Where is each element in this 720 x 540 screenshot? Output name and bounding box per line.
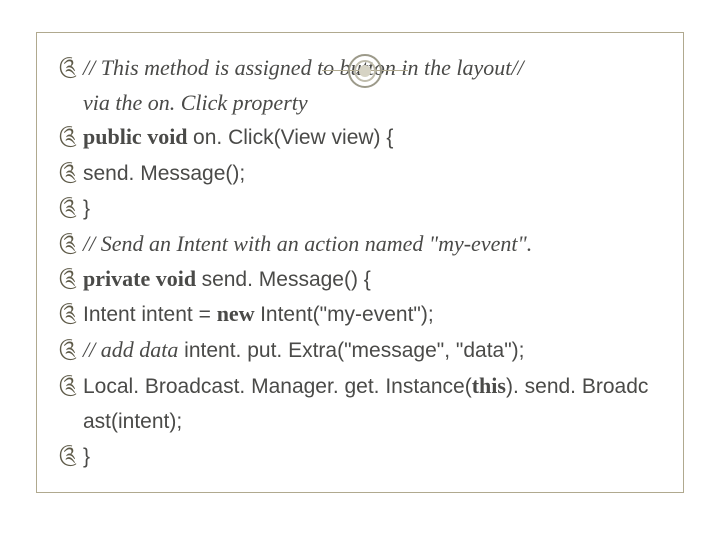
code-line-continuation: ast(intent);: [59, 404, 661, 439]
code-text-wrap: // This method is assigned to button in …: [83, 51, 661, 85]
code-line: ༊// This method is assigned to button in…: [59, 51, 661, 85]
code-line: ༊ Local. Broadcast. Manager. get. Instan…: [59, 369, 661, 404]
slide: ༊// This method is assigned to button in…: [0, 0, 720, 540]
code-text-wrap: Local. Broadcast. Manager. get. Instance…: [83, 369, 661, 404]
code-text-wrap: // Send an Intent with an action named "…: [83, 227, 661, 261]
bullet-icon: ༊: [59, 51, 83, 83]
code-text-wrap: }: [83, 191, 661, 226]
bullet-icon: ༊: [59, 156, 83, 188]
code-line: ༊ Intent intent = new Intent("my-event")…: [59, 297, 661, 332]
code-text: on. Click(View view) {: [193, 126, 393, 149]
code-line: ༊ }: [59, 191, 661, 226]
code-text: new: [217, 301, 260, 326]
code-text: // Send an Intent with an action named "…: [83, 231, 532, 256]
code-text: Local. Broadcast. Manager. get. Instance…: [83, 375, 472, 398]
code-text: Intent("my-event");: [260, 303, 434, 326]
bullet-icon: ༊: [59, 120, 83, 152]
bullet-icon: ༊: [59, 262, 83, 294]
code-text: send. Message();: [83, 162, 245, 185]
code-text: }: [83, 445, 90, 468]
content-box: ༊// This method is assigned to button in…: [36, 32, 684, 493]
code-line: ༊// Send an Intent with an action named …: [59, 227, 661, 261]
code-text-wrap: send. Message();: [83, 156, 661, 191]
bullet-icon: ༊: [59, 333, 83, 365]
code-line-continuation: via the on. Click property: [59, 86, 661, 120]
code-text: public void: [83, 124, 193, 149]
code-text: Intent intent =: [83, 303, 217, 326]
code-text: private void: [83, 266, 202, 291]
code-text-wrap: }: [83, 439, 661, 474]
code-text: }: [83, 197, 90, 220]
bullet-icon: ༊: [59, 369, 83, 401]
code-text: // This method is assigned to button in …: [83, 55, 524, 80]
bullet-icon: ༊: [59, 227, 83, 259]
code-text: // add data: [83, 337, 178, 362]
code-line: ༊ send. Message();: [59, 156, 661, 191]
code-text: intent. put. Extra("message", "data");: [178, 339, 524, 362]
bullet-icon: ༊: [59, 191, 83, 223]
text-block: ༊// This method is assigned to button in…: [59, 51, 661, 473]
bullet-icon: ༊: [59, 297, 83, 329]
code-text-wrap: private void send. Message() {: [83, 262, 661, 297]
code-text: send. Message() {: [202, 268, 371, 291]
code-line: ༊ }: [59, 439, 661, 474]
code-line: ༊private void send. Message() {: [59, 262, 661, 297]
code-text-wrap: // add data intent. put. Extra("message"…: [83, 333, 661, 368]
code-text: this: [472, 373, 506, 398]
code-text: via the on. Click property: [83, 90, 308, 115]
code-text-wrap: public void on. Click(View view) {: [83, 120, 661, 155]
code-text-wrap: Intent intent = new Intent("my-event");: [83, 297, 661, 332]
code-text: ). send. Broadc: [506, 375, 648, 398]
code-line: ༊ // add data intent. put. Extra("messag…: [59, 333, 661, 368]
code-text: ast(intent);: [83, 410, 182, 433]
code-line: ༊public void on. Click(View view) {: [59, 120, 661, 155]
bullet-icon: ༊: [59, 439, 83, 471]
